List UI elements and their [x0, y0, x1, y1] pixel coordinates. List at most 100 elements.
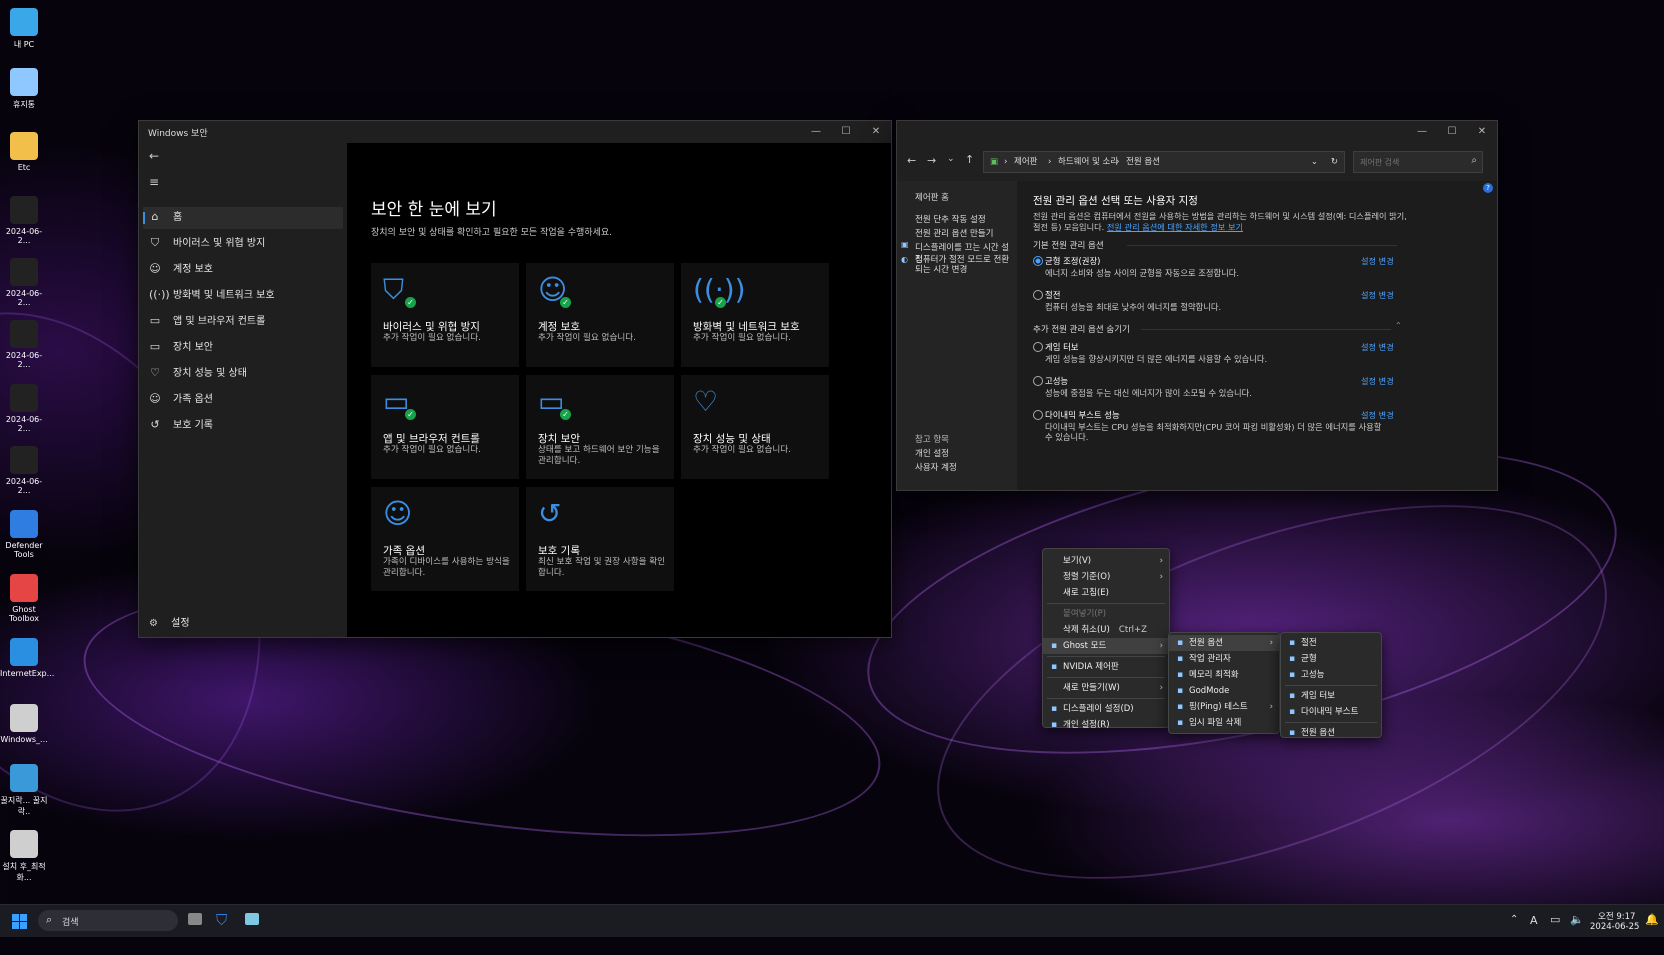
security-card[interactable]: ▭ ✓ 장치 보안 상태를 보고 하드웨어 보안 기능을 관리합니다. — [526, 375, 674, 479]
plan-radio[interactable] — [1033, 256, 1043, 266]
plan-radio[interactable] — [1033, 410, 1043, 420]
network-icon[interactable]: ▭ — [1550, 913, 1560, 926]
start-button[interactable] — [12, 914, 27, 929]
notification-icon[interactable]: 🔔 — [1645, 913, 1659, 926]
show-hidden-icons-chevron[interactable]: ⌃ — [1510, 914, 1518, 925]
desktop-icon[interactable]: Etc — [0, 132, 48, 172]
address-bar[interactable]: ▣ › 제어판 › 하드웨어 및 소리 › 전원 옵션 ⌄ ↻ — [983, 151, 1345, 173]
back-arrow-icon[interactable]: ← — [149, 149, 159, 163]
desktop-icon[interactable]: 2024-06-2... — [0, 446, 48, 495]
desktop-icon[interactable]: Ghost Toolbox — [0, 574, 48, 623]
security-card[interactable]: ♡ 장치 성능 및 상태 추가 작업이 필요 없습니다. — [681, 375, 829, 479]
nav-item[interactable]: ☺ 계정 보호 — [143, 259, 343, 281]
change-plan-settings-link[interactable]: 설정 변경 — [1361, 289, 1394, 301]
plan-radio[interactable] — [1033, 376, 1043, 386]
nav-item[interactable]: ((·)) 방화벽 및 네트워크 보호 — [143, 285, 343, 307]
menu-item[interactable]: ▪ 개인 설정(R) — [1043, 717, 1169, 733]
nav-item[interactable]: ⛉ 바이러스 및 위협 방지 — [143, 233, 343, 255]
breadcrumb-item[interactable]: 전원 옵션 — [1126, 152, 1160, 172]
change-plan-settings-link[interactable]: 설정 변경 — [1361, 409, 1394, 421]
menu-item[interactable]: 보기(V) › — [1043, 553, 1169, 569]
security-card[interactable]: ☺ 가족 옵션 가족이 디바이스를 사용하는 방식을 관리합니다. — [371, 487, 519, 591]
desktop-icon[interactable]: 꿀지락... 꿀지락.. — [0, 764, 48, 817]
change-plan-settings-link[interactable]: 설정 변경 — [1361, 375, 1394, 387]
nav-item[interactable]: ☺ 가족 옵션 — [143, 389, 343, 411]
desktop-icon[interactable]: 2024-06-2... — [0, 258, 48, 307]
clock-date[interactable]: 2024-06-25 — [1590, 922, 1639, 932]
security-card[interactable]: ((·)) ✓ 방화벽 및 네트워크 보호 추가 작업이 필요 없습니다. — [681, 263, 829, 367]
desktop-icon[interactable]: InternetExp... — [0, 638, 54, 678]
desktop-icon[interactable]: 휴지통 — [0, 68, 48, 110]
breadcrumb-item[interactable]: 하드웨어 및 소리 — [1058, 152, 1118, 172]
menu-item[interactable]: ▪ 고성능 — [1281, 667, 1381, 683]
task-view-icon[interactable] — [188, 913, 202, 925]
clock-time[interactable]: 오전 9:17 — [1598, 910, 1635, 922]
menu-item[interactable]: ▪ 전원 옵션 › — [1169, 635, 1279, 651]
menu-item[interactable]: ▪ NVIDIA 제어판 — [1043, 659, 1169, 675]
menu-item[interactable]: 삭제 취소(U) Ctrl+Z — [1043, 622, 1169, 638]
menu-item[interactable]: ▪ 작업 관리자 — [1169, 651, 1279, 667]
menu-item[interactable]: 정렬 기준(O) › — [1043, 569, 1169, 585]
menu-item[interactable]: ▪ 임시 파일 삭제 — [1169, 715, 1279, 731]
plan-name[interactable]: 고성능 — [1045, 375, 1068, 387]
desktop-icon[interactable]: 2024-06-2... — [0, 196, 48, 245]
help-icon[interactable]: ? — [1483, 183, 1493, 193]
plan-name[interactable]: 게임 터보 — [1045, 341, 1078, 353]
desktop-icon[interactable]: Defender Tools — [0, 510, 48, 559]
nav-item[interactable]: ▭ 앱 및 브라우저 컨트롤 — [143, 311, 343, 333]
minimize-button[interactable]: — — [1407, 121, 1437, 143]
plan-name[interactable]: 절전 — [1045, 289, 1060, 301]
nav-item[interactable]: ▭ 장치 보안 — [143, 337, 343, 359]
volume-icon[interactable]: 🔈 — [1570, 913, 1584, 926]
change-plan-settings-link[interactable]: 설정 변경 — [1361, 255, 1394, 267]
menu-item[interactable]: ▪ GodMode — [1169, 683, 1279, 699]
security-card[interactable]: ▭ ✓ 앱 및 브라우저 컨트롤 추가 작업이 필요 없습니다. — [371, 375, 519, 479]
up-arrow-icon[interactable]: ↑ — [965, 153, 974, 166]
search-icon[interactable]: ⌕ — [1471, 155, 1477, 166]
breadcrumb-item[interactable]: 제어판 — [1014, 152, 1037, 172]
close-button[interactable]: ✕ — [1467, 121, 1497, 143]
close-button[interactable]: ✕ — [861, 121, 891, 143]
see-also-link[interactable]: 사용자 계정 — [915, 461, 957, 473]
menu-item[interactable]: ▪ 균형 — [1281, 651, 1381, 667]
minimize-button[interactable]: — — [801, 121, 831, 143]
menu-item[interactable]: 새로 고침(E) — [1043, 585, 1169, 601]
menu-item[interactable]: ▪ Ghost 모드 › — [1043, 638, 1169, 654]
desktop-icon[interactable]: 내 PC — [0, 8, 48, 50]
chevron-down-icon[interactable]: ⌄ — [1311, 152, 1318, 172]
extra-plans-title[interactable]: 추가 전원 관리 옵션 숨기기 — [1033, 323, 1130, 335]
menu-item[interactable]: ▪ 게임 터보 — [1281, 688, 1381, 704]
menu-item[interactable]: ▪ 다이내믹 부스트 — [1281, 704, 1381, 720]
sidebar-link[interactable]: 전원 관리 옵션 만들기 — [915, 227, 994, 239]
see-also-link[interactable]: 개인 설정 — [915, 447, 949, 459]
control-panel-home-link[interactable]: 제어판 홈 — [915, 191, 949, 203]
power-titlebar[interactable]: — ☐ ✕ — [897, 121, 1497, 143]
desktop-icon[interactable]: Windows_... — [0, 704, 48, 744]
menu-item[interactable]: 붙여넣기(P) — [1043, 606, 1169, 622]
maximize-button[interactable]: ☐ — [831, 121, 861, 143]
back-arrow-icon[interactable]: ← — [907, 154, 916, 167]
search-input[interactable] — [1358, 155, 1458, 169]
hamburger-menu-icon[interactable]: ≡ — [149, 175, 159, 189]
nav-item[interactable]: ⌂ 홈 — [143, 207, 343, 229]
ime-indicator[interactable]: A — [1530, 914, 1538, 927]
control-panel-taskbar-icon[interactable] — [245, 913, 259, 925]
plan-radio[interactable] — [1033, 342, 1043, 352]
settings-nav[interactable]: ⚙ 설정 — [149, 614, 190, 629]
recent-dropdown-icon[interactable]: ⌄ — [947, 154, 955, 164]
maximize-button[interactable]: ☐ — [1437, 121, 1467, 143]
menu-item[interactable]: 새로 만들기(W) › — [1043, 680, 1169, 696]
refresh-icon[interactable]: ↻ — [1331, 152, 1338, 172]
menu-item[interactable]: ▪ 전원 옵션 — [1281, 725, 1381, 741]
desktop-icon[interactable]: 설치 후_최적화... — [0, 830, 48, 883]
taskbar-search[interactable]: ⌕ 검색 — [38, 910, 178, 931]
nav-item[interactable]: ↺ 보호 기록 — [143, 415, 343, 437]
sidebar-link[interactable]: 전원 단추 작동 설정 — [915, 213, 986, 225]
menu-item[interactable]: ▪ 핑(Ping) 테스트 › — [1169, 699, 1279, 715]
security-card[interactable]: ⛉ ✓ 바이러스 및 위협 방지 추가 작업이 필요 없습니다. — [371, 263, 519, 367]
menu-item[interactable]: ▪ 메모리 최적화 — [1169, 667, 1279, 683]
plan-name[interactable]: 다이내믹 부스트 성능 — [1045, 409, 1120, 421]
nav-item[interactable]: ♡ 장치 성능 및 상태 — [143, 363, 343, 385]
more-info-link[interactable]: 전원 관리 옵션에 대한 자세한 정보 보기 — [1107, 222, 1243, 232]
menu-item[interactable]: ▪ 디스플레이 설정(D) — [1043, 701, 1169, 717]
